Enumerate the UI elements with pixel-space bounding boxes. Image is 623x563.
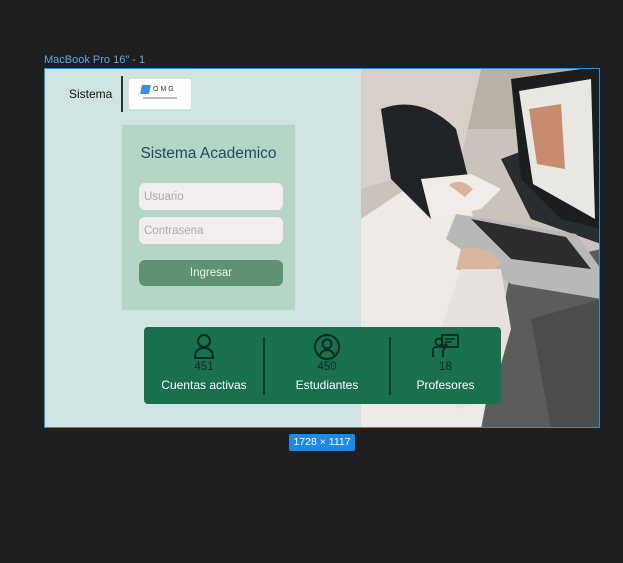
stat-label: Profesores [416,378,475,392]
stat-value: 450 [317,361,337,373]
user-icon [193,334,215,359]
login-button[interactable]: Ingresar [139,260,283,286]
artboard-frame[interactable]: Sistema OMG Sistema Academico Ingresar [44,68,600,428]
stat-teachers: 18 Profesores [390,327,501,404]
login-card: Sistema Academico Ingresar [122,125,295,310]
frame-label[interactable]: MacBook Pro 16" - 1 [44,54,145,66]
password-input[interactable] [139,217,283,244]
stats-bar: 451 Cuentas activas 450 Estudiantes 18 P [144,327,501,404]
stat-label: Estudiantes [295,378,359,392]
stat-active-accounts: 451 Cuentas activas [144,327,264,404]
teacher-icon [431,334,459,357]
header-divider [121,76,123,112]
username-input[interactable] [139,183,283,210]
stat-label: Cuentas activas [161,378,247,392]
login-title: Sistema Academico [140,145,277,162]
logo: OMG [129,79,191,109]
stat-value: 18 [439,361,452,373]
stat-value: 451 [194,361,214,373]
frame-size-badge: 1728 × 1117 [289,434,355,451]
logo-text: OMG [153,86,176,93]
student-icon [314,334,340,360]
stat-students: 450 Estudiantes [264,327,390,404]
logo-tagline [143,97,177,99]
logo-icon [140,85,151,94]
brand-name: Sistema [69,87,113,101]
